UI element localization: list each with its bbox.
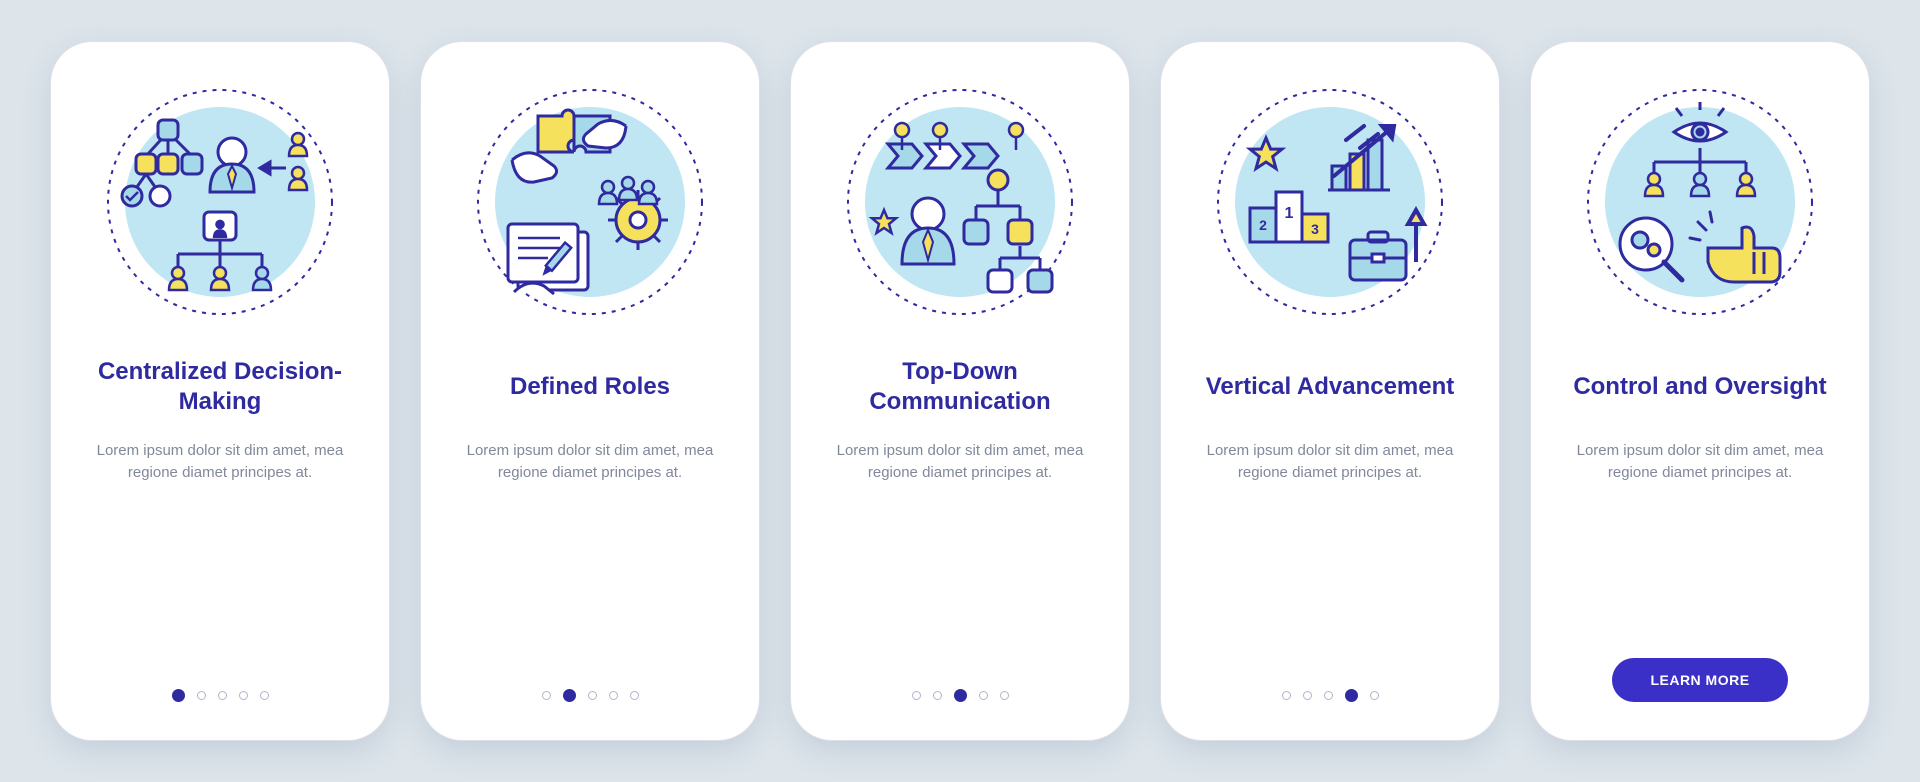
- dot-indicator[interactable]: [197, 691, 206, 700]
- dot-indicator[interactable]: [1345, 689, 1358, 702]
- card-body: Lorem ipsum dolor sit dim amet, mea regi…: [835, 440, 1085, 484]
- svg-text:3: 3: [1311, 221, 1319, 237]
- onboarding-card: Defined Roles Lorem ipsum dolor sit dim …: [420, 41, 760, 741]
- dot-indicator[interactable]: [239, 691, 248, 700]
- top-down-communication-icon: [840, 82, 1080, 322]
- card-title: Vertical Advancement: [1206, 356, 1455, 418]
- card-title: Control and Oversight: [1573, 356, 1826, 418]
- pagination-dots: [1282, 689, 1379, 702]
- onboarding-card: 1 2 3 Vertical Advancement Lorem ipsum d…: [1160, 41, 1500, 741]
- dot-indicator[interactable]: [1324, 691, 1333, 700]
- card-title: Defined Roles: [510, 356, 670, 418]
- card-title: Top-Down Communication: [821, 356, 1099, 418]
- dot-indicator[interactable]: [260, 691, 269, 700]
- card-body: Lorem ipsum dolor sit dim amet, mea regi…: [95, 440, 345, 484]
- card-title: Centralized Decision-Making: [81, 356, 359, 418]
- dot-indicator[interactable]: [1282, 691, 1291, 700]
- card-body: Lorem ipsum dolor sit dim amet, mea regi…: [465, 440, 715, 484]
- pagination-dots: [912, 689, 1009, 702]
- dot-indicator[interactable]: [172, 689, 185, 702]
- defined-roles-icon: [470, 82, 710, 322]
- svg-text:1: 1: [1285, 205, 1294, 222]
- dot-indicator[interactable]: [912, 691, 921, 700]
- card-body: Lorem ipsum dolor sit dim amet, mea regi…: [1205, 440, 1455, 484]
- dot-indicator[interactable]: [1370, 691, 1379, 700]
- dot-indicator[interactable]: [542, 691, 551, 700]
- onboarding-card: Control and Oversight Lorem ipsum dolor …: [1530, 41, 1870, 741]
- dot-indicator[interactable]: [630, 691, 639, 700]
- dot-indicator[interactable]: [588, 691, 597, 700]
- dot-indicator[interactable]: [563, 689, 576, 702]
- dot-indicator[interactable]: [1303, 691, 1312, 700]
- svg-text:2: 2: [1259, 217, 1267, 233]
- pagination-dots: [542, 689, 639, 702]
- centralized-decision-icon: [100, 82, 340, 322]
- dot-indicator[interactable]: [979, 691, 988, 700]
- dot-indicator[interactable]: [609, 691, 618, 700]
- control-oversight-icon: [1580, 82, 1820, 322]
- onboarding-card: Centralized Decision-Making Lorem ipsum …: [50, 41, 390, 741]
- pagination-dots: [172, 689, 269, 702]
- onboarding-card: Top-Down Communication Lorem ipsum dolor…: [790, 41, 1130, 741]
- vertical-advancement-icon: 1 2 3: [1210, 82, 1450, 322]
- dot-indicator[interactable]: [218, 691, 227, 700]
- dot-indicator[interactable]: [1000, 691, 1009, 700]
- dot-indicator[interactable]: [933, 691, 942, 700]
- dot-indicator[interactable]: [954, 689, 967, 702]
- card-body: Lorem ipsum dolor sit dim amet, mea regi…: [1575, 440, 1825, 484]
- learn-more-button[interactable]: LEARN MORE: [1612, 658, 1787, 702]
